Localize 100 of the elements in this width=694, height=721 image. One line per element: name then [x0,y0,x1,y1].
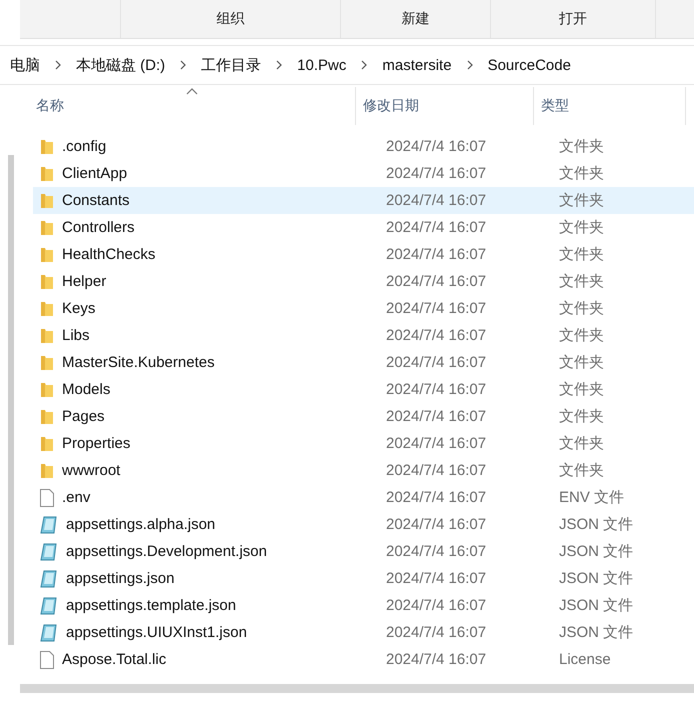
folder-icon [40,436,54,452]
file-row[interactable]: Controllers 2024/7/4 16:07 文件夹 [33,214,694,241]
file-row[interactable]: Libs 2024/7/4 16:07 文件夹 [33,322,694,349]
date-cell-text: 2024/7/4 16:07 [385,138,488,155]
file-name: appsettings.UIUXInst1.json [66,624,247,641]
folder-icon [40,166,54,182]
file-row[interactable]: MasterSite.Kubernetes 2024/7/4 16:07 文件夹 [33,349,694,376]
type-cell-text: JSON 文件 [558,569,634,588]
toolbar-button[interactable]: 组织 [121,0,341,38]
file-name: Aspose.Total.lic [62,651,166,668]
file-row[interactable]: ClientApp 2024/7/4 16:07 文件夹 [33,160,694,187]
date-cell-text: 2024/7/4 16:07 [385,570,488,587]
breadcrumb-item[interactable]: mastersite [378,56,456,74]
breadcrumb-item[interactable]: SourceCode [484,56,575,74]
file-name: .env [62,489,90,506]
chevron-icon [54,60,62,70]
document-icon [40,624,58,642]
type-cell-text: 文件夹 [558,353,605,372]
file-name: wwwroot [62,462,120,479]
type-cell-text: 文件夹 [558,272,605,291]
column-title: 名称 [36,97,64,115]
chevron-icon [360,60,368,70]
date-cell-text: 2024/7/4 16:07 [385,624,488,641]
folder-icon [40,328,54,344]
file-row[interactable]: Models 2024/7/4 16:07 文件夹 [33,376,694,403]
type-cell-text: JSON 文件 [558,596,634,615]
folder-icon [40,300,54,316]
file-name: appsettings.alpha.json [66,516,216,533]
toolbar-button[interactable]: 打开 [491,0,656,38]
type-cell-text: License [558,651,612,668]
file-icon [40,650,54,668]
date-cell-text: 2024/7/4 16:07 [385,516,488,533]
file-row[interactable]: Properties 2024/7/4 16:07 文件夹 [33,430,694,457]
type-cell-text: 文件夹 [558,137,605,156]
date-cell-text: 2024/7/4 16:07 [385,165,488,182]
breadcrumb-item[interactable]: 10.Pwc [293,56,350,74]
date-cell-text: 2024/7/4 16:07 [385,597,488,614]
file-name: .config [62,138,106,155]
file-name: appsettings.Development.json [66,543,267,560]
file-name: Constants [62,192,130,209]
breadcrumb-item[interactable]: 工作目录 [197,56,266,74]
file-row[interactable]: Keys 2024/7/4 16:07 文件夹 [33,295,694,322]
breadcrumb-item[interactable]: 本地磁盘 (D:) [72,56,170,74]
type-cell-text: 文件夹 [558,299,605,318]
file-row[interactable]: appsettings.alpha.json 2024/7/4 16:07 JSON 文件 [33,511,694,538]
type-cell-text: 文件夹 [558,461,605,480]
document-icon [40,570,58,588]
file-row[interactable]: HealthChecks 2024/7/4 16:07 文件夹 [33,241,694,268]
column-header[interactable]: 名称 [18,87,356,125]
date-cell-text: 2024/7/4 16:07 [385,651,488,668]
horizontal-scrollbar[interactable] [20,684,694,693]
file-name: Models [62,381,110,398]
file-row[interactable]: .env 2024/7/4 16:07 ENV 文件 [33,484,694,511]
type-cell-text: JSON 文件 [558,623,634,642]
file-row[interactable]: Constants 2024/7/4 16:07 文件夹 [33,187,694,214]
folder-icon [40,408,54,424]
type-cell-text: 文件夹 [558,407,605,426]
folder-icon [40,462,54,478]
chevron-icon [275,60,284,70]
type-cell-text: 文件夹 [558,191,605,210]
file-row[interactable]: Pages 2024/7/4 16:07 文件夹 [33,403,694,430]
file-name: Libs [62,327,90,344]
document-icon [40,516,58,534]
toolbar-button[interactable]: 新建 [341,0,491,38]
file-row[interactable]: appsettings.template.json 2024/7/4 16:07 JSON 文件 [33,592,694,619]
folder-icon [40,138,54,154]
type-cell-text: JSON 文件 [558,515,634,534]
folder-icon [40,220,54,236]
file-name: Pages [62,408,105,425]
document-icon [40,542,58,560]
scrollbar-thumb[interactable] [8,155,14,645]
column-header[interactable]: 类型 [534,87,686,125]
date-cell-text: 2024/7/4 16:07 [385,408,488,425]
column-title: 修改日期 [363,97,419,115]
file-row[interactable]: Aspose.Total.lic 2024/7/4 16:07 License [33,646,694,673]
file-row[interactable]: wwwroot 2024/7/4 16:07 文件夹 [33,457,694,484]
chevron-icon [466,60,474,70]
date-cell-text: 2024/7/4 16:07 [385,219,488,236]
column-header[interactable]: 修改日期 [356,87,534,125]
type-cell-text: 文件夹 [558,218,605,237]
folder-icon [40,274,54,290]
date-cell-text: 2024/7/4 16:07 [385,327,488,344]
file-name: Properties [62,435,130,452]
folder-icon [40,192,54,208]
type-cell-text: ENV 文件 [558,488,626,507]
date-cell-text: 2024/7/4 16:07 [385,435,488,452]
breadcrumb-item[interactable]: 电脑 [6,56,44,74]
file-row[interactable]: appsettings.UIUXInst1.json 2024/7/4 16:07 JSON 文件 [33,619,694,646]
type-cell-text: 文件夹 [558,326,605,345]
chevron-icon [179,60,188,70]
date-cell-text: 2024/7/4 16:07 [385,300,488,317]
date-cell-text: 2024/7/4 16:07 [385,354,488,371]
file-row[interactable]: appsettings.json 2024/7/4 16:07 JSON 文件 [33,565,694,592]
file-row[interactable]: .config 2024/7/4 16:07 文件夹 [33,133,694,160]
type-cell-text: JSON 文件 [558,542,634,561]
file-row[interactable]: appsettings.Development.json 2024/7/4 16:07 JSON 文件 [33,538,694,565]
file-row[interactable]: Helper 2024/7/4 16:07 文件夹 [33,268,694,295]
date-cell-text: 2024/7/4 16:07 [385,543,488,560]
file-name: ClientApp [62,165,128,182]
date-cell-text: 2024/7/4 16:07 [385,462,488,479]
